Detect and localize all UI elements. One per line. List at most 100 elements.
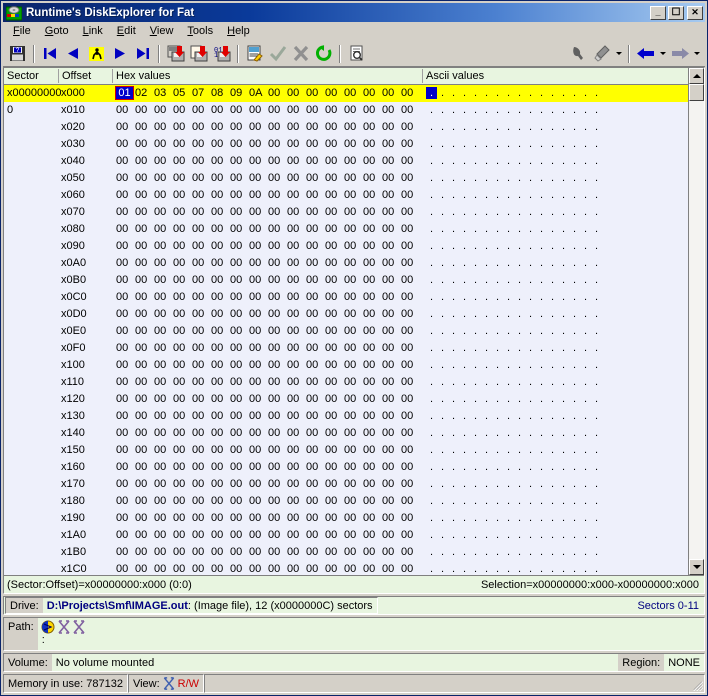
hex-row[interactable]: x030 00 00 00 00 00 00 00 00 00 00 00 00 00 00 00 00....… [4, 136, 688, 153]
ascii-char[interactable]: . [591, 121, 602, 133]
ascii-char[interactable]: . [481, 495, 492, 507]
hex-byte[interactable]: 00 [325, 189, 344, 201]
hex-byte[interactable]: 00 [135, 529, 154, 541]
hex-byte[interactable]: 00 [344, 410, 363, 422]
hex-byte[interactable]: 00 [173, 393, 192, 405]
ascii-char[interactable]: . [459, 155, 470, 167]
ascii-char[interactable]: . [448, 529, 459, 541]
ascii-char[interactable]: . [448, 444, 459, 456]
hex-byte[interactable]: 08 [211, 87, 230, 99]
ascii-char[interactable]: . [437, 206, 448, 218]
ascii-char[interactable]: . [437, 359, 448, 371]
ascii-char[interactable]: . [492, 172, 503, 184]
ascii-char[interactable]: . [591, 223, 602, 235]
ascii-char[interactable]: . [580, 512, 591, 524]
ascii-char[interactable]: . [525, 308, 536, 320]
hex-byte[interactable]: 00 [344, 138, 363, 150]
ascii-char[interactable]: . [492, 478, 503, 490]
ascii-char[interactable]: . [536, 121, 547, 133]
ascii-char[interactable]: . [525, 478, 536, 490]
hex-byte[interactable]: 00 [325, 495, 344, 507]
ascii-char[interactable]: . [448, 274, 459, 286]
ascii-char[interactable]: . [492, 189, 503, 201]
hex-byte[interactable]: 00 [382, 427, 401, 439]
ascii-char[interactable]: . [448, 257, 459, 269]
ascii-char[interactable]: . [426, 257, 437, 269]
hex-byte[interactable]: 00 [135, 240, 154, 252]
hex-byte[interactable]: 00 [382, 155, 401, 167]
ascii-char[interactable]: . [547, 512, 558, 524]
ascii-char[interactable]: . [591, 138, 602, 150]
ascii-char[interactable]: . [547, 495, 558, 507]
ascii-char[interactable]: . [558, 359, 569, 371]
hex-byte[interactable]: 00 [306, 495, 325, 507]
hex-byte[interactable]: 00 [268, 376, 287, 388]
ascii-char[interactable]: . [503, 325, 514, 337]
ascii-char[interactable]: . [481, 138, 492, 150]
hex-row-ascii[interactable]: ................ [426, 223, 602, 235]
hex-byte[interactable]: 00 [287, 342, 306, 354]
hex-byte[interactable]: 00 [382, 240, 401, 252]
hex-byte[interactable]: 00 [363, 478, 382, 490]
hex-byte[interactable]: 00 [116, 257, 135, 269]
ascii-char[interactable]: . [470, 478, 481, 490]
hex-byte[interactable]: 00 [249, 563, 268, 575]
hex-byte[interactable]: 00 [363, 461, 382, 473]
ascii-char[interactable]: . [525, 461, 536, 473]
ascii-char[interactable]: . [503, 478, 514, 490]
ascii-char[interactable]: . [580, 546, 591, 558]
ascii-char[interactable]: . [437, 172, 448, 184]
hex-byte[interactable]: 00 [154, 240, 173, 252]
hex-byte[interactable]: 00 [344, 563, 363, 575]
ascii-char[interactable]: . [503, 410, 514, 422]
ascii-char[interactable]: . [448, 512, 459, 524]
hex-row[interactable]: x130 00 00 00 00 00 00 00 00 00 00 00 00 00 00 00 00....… [4, 408, 688, 425]
ascii-char[interactable]: . [547, 393, 558, 405]
hex-byte[interactable]: 00 [401, 495, 420, 507]
hex-byte[interactable]: 02 [135, 87, 154, 99]
hex-byte[interactable]: 00 [192, 529, 211, 541]
ascii-char[interactable]: . [503, 274, 514, 286]
hex-byte[interactable]: 00 [325, 257, 344, 269]
hex-row[interactable]: x080 00 00 00 00 00 00 00 00 00 00 00 00 00 00 00 00....… [4, 221, 688, 238]
hex-byte[interactable]: 00 [325, 529, 344, 541]
ascii-char[interactable]: . [558, 274, 569, 286]
hex-byte[interactable]: 00 [401, 325, 420, 337]
ascii-char[interactable]: . [525, 529, 536, 541]
hex-byte[interactable]: 00 [382, 291, 401, 303]
hex-row-ascii[interactable]: ................ [426, 529, 602, 541]
hex-byte[interactable]: 00 [211, 189, 230, 201]
hex-row-ascii[interactable]: ................ [426, 172, 602, 184]
ascii-char[interactable]: . [591, 206, 602, 218]
hex-byte[interactable]: 00 [363, 359, 382, 371]
hex-byte[interactable]: 00 [401, 138, 420, 150]
ascii-char[interactable]: . [503, 376, 514, 388]
ascii-char[interactable]: . [547, 138, 558, 150]
ascii-char[interactable]: . [492, 274, 503, 286]
hex-byte[interactable]: 00 [268, 461, 287, 473]
hex-byte[interactable]: 00 [154, 359, 173, 371]
hex-byte[interactable]: 00 [135, 291, 154, 303]
ascii-char[interactable]: . [547, 87, 558, 99]
hex-byte[interactable]: 00 [325, 291, 344, 303]
hex-row-ascii[interactable]: ................ [426, 546, 602, 558]
ascii-char[interactable]: . [459, 87, 470, 99]
ascii-char[interactable]: . [569, 138, 580, 150]
hex-byte[interactable]: 00 [116, 546, 135, 558]
hex-byte[interactable]: 00 [344, 376, 363, 388]
ascii-char[interactable]: . [580, 427, 591, 439]
hex-byte[interactable]: 00 [306, 444, 325, 456]
ascii-char[interactable]: . [470, 410, 481, 422]
hex-byte[interactable]: 00 [211, 444, 230, 456]
ascii-char[interactable]: . [459, 495, 470, 507]
hex-byte[interactable]: 00 [192, 512, 211, 524]
ascii-char[interactable]: . [547, 376, 558, 388]
hex-byte[interactable]: 00 [154, 376, 173, 388]
ascii-char[interactable]: . [503, 495, 514, 507]
hex-byte[interactable]: 00 [306, 138, 325, 150]
ascii-char[interactable]: . [547, 257, 558, 269]
ascii-char[interactable]: . [514, 461, 525, 473]
hex-row[interactable]: x090 00 00 00 00 00 00 00 00 00 00 00 00 00 00 00 00....… [4, 238, 688, 255]
hex-byte[interactable]: 00 [211, 206, 230, 218]
ascii-char[interactable]: . [481, 393, 492, 405]
